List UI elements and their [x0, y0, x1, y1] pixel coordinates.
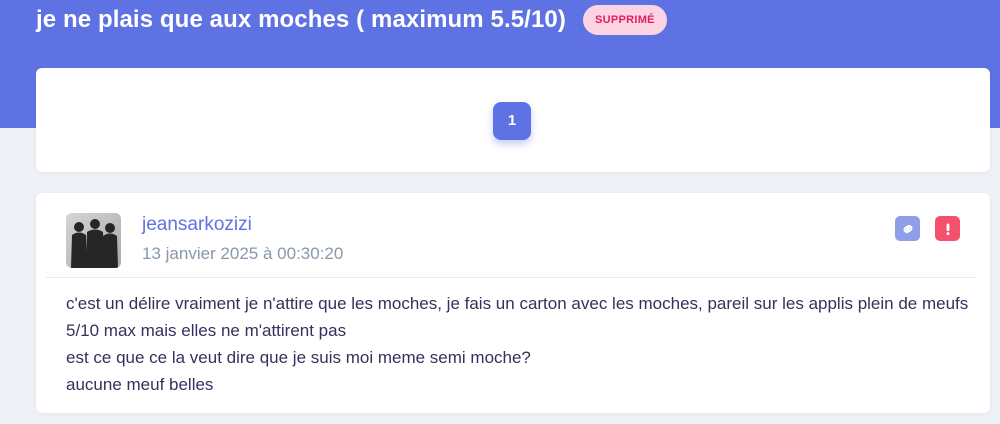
link-icon: [903, 224, 912, 233]
post-body-line: aucune meuf belles: [66, 375, 214, 394]
post-body-line: est ce que ce la veut dire que je suis m…: [66, 348, 531, 367]
divider: [46, 277, 977, 278]
status-badge: SUPPRIMÉ: [582, 5, 667, 35]
title-row: je ne plais que aux moches ( maximum 5.5…: [36, 2, 667, 38]
page-button-current[interactable]: 1: [493, 102, 531, 140]
avatar[interactable]: [66, 213, 121, 268]
pagination-card: 1: [36, 68, 990, 172]
exclamation-icon: [946, 223, 949, 235]
post-date: 13 janvier 2025 à 00:30:20: [142, 244, 344, 263]
post-body-line: c'est un délire vraiment je n'attire que…: [66, 294, 969, 340]
author-name[interactable]: jeansarkozizi: [142, 214, 252, 236]
user-photo-avatar-icon: [66, 213, 121, 268]
page-title: je ne plais que aux moches ( maximum 5.5…: [36, 6, 566, 33]
post-body: c'est un délire vraiment je n'attire que…: [66, 290, 971, 398]
report-button[interactable]: [935, 216, 960, 241]
post-card: jeansarkozizi 13 janvier 2025 à 00:30:20…: [36, 193, 990, 413]
permalink-button[interactable]: [895, 216, 920, 241]
